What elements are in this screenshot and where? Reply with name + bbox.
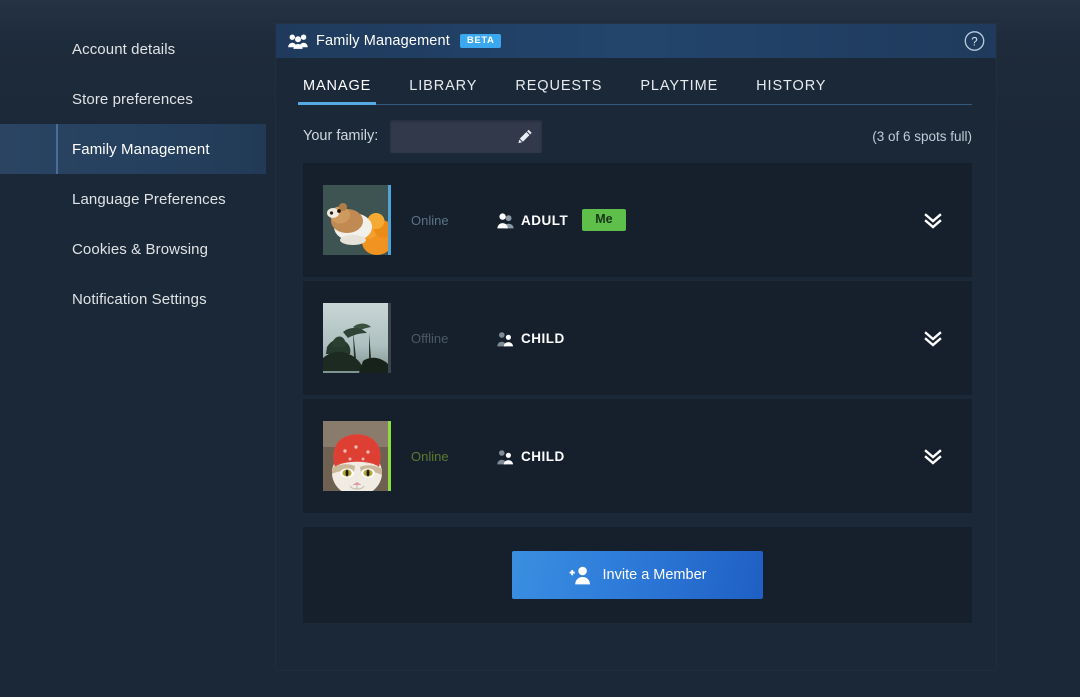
member-role-group: CHILD <box>497 330 565 347</box>
member-role-group: CHILD <box>497 448 565 465</box>
member-role: ADULT <box>521 213 568 228</box>
avatar[interactable] <box>323 303 395 373</box>
child-person-icon <box>497 448 514 465</box>
panel-title: Family Management <box>316 33 450 49</box>
tab-playtime[interactable]: PLAYTIME <box>640 78 718 105</box>
family-member-row[interactable]: Online CHILD <box>303 399 972 513</box>
tab-label: LIBRARY <box>409 78 477 94</box>
tab-label: HISTORY <box>756 78 826 94</box>
sidebar-item-notification-settings[interactable]: Notification Settings <box>0 274 266 324</box>
chevron-double-down-icon[interactable] <box>922 327 944 349</box>
invite-member-card: Invite a Member <box>303 527 972 623</box>
sidebar-item-store-preferences[interactable]: Store preferences <box>0 74 266 124</box>
member-status: Online <box>411 213 487 228</box>
settings-sidebar: Account details Store preferences Family… <box>0 24 266 324</box>
online-border <box>388 421 391 491</box>
family-spots-text: (3 of 6 spots full) <box>872 129 972 144</box>
beta-badge: BETA <box>460 34 502 49</box>
family-member-row[interactable]: Online ADULT Me <box>303 163 972 277</box>
family-member-row[interactable]: Offline CHILD <box>303 281 972 395</box>
member-role: CHILD <box>521 331 565 346</box>
panel-tabs: MANAGE LIBRARY REQUESTS PLAYTIME HISTORY <box>276 58 996 105</box>
tree-avatar <box>323 303 391 373</box>
tab-label: REQUESTS <box>515 78 602 94</box>
tab-label: PLAYTIME <box>640 78 718 94</box>
avatar[interactable] <box>323 185 395 255</box>
sidebar-item-account-details[interactable]: Account details <box>0 24 266 74</box>
svg-text:?: ? <box>971 36 977 48</box>
sidebar-item-label: Family Management <box>72 141 210 158</box>
family-name-label: Your family: <box>303 128 378 144</box>
settings-page: Account details Store preferences Family… <box>0 0 1080 697</box>
member-status: Online <box>411 449 487 464</box>
adult-person-icon <box>497 212 514 229</box>
help-circle-icon[interactable]: ? <box>964 31 985 52</box>
sidebar-item-label: Language Preferences <box>72 191 226 208</box>
family-management-panel: Family Management BETA ? MANAGE LIBRARY … <box>276 24 996 670</box>
sidebar-item-family-management[interactable]: Family Management <box>0 124 266 174</box>
sidebar-item-label: Notification Settings <box>72 291 207 308</box>
tab-library[interactable]: LIBRARY <box>409 78 477 105</box>
member-role-group: ADULT Me <box>497 209 626 231</box>
tab-label: MANAGE <box>303 78 371 94</box>
tab-requests[interactable]: REQUESTS <box>515 78 602 105</box>
sidebar-item-label: Account details <box>72 41 175 58</box>
family-group-icon <box>288 31 308 51</box>
member-role: CHILD <box>521 449 565 464</box>
offline-border <box>388 303 391 373</box>
me-badge: Me <box>582 209 625 231</box>
family-name-row: Your family: (3 of 6 spots full) <box>276 109 996 163</box>
sidebar-item-language-preferences[interactable]: Language Preferences <box>0 174 266 224</box>
family-name-field[interactable] <box>390 120 542 153</box>
member-status: Offline <box>411 331 487 346</box>
online-border <box>388 185 391 255</box>
panel-header: Family Management BETA ? <box>276 24 996 58</box>
tab-manage[interactable]: MANAGE <box>303 78 371 105</box>
sidebar-item-cookies-browsing[interactable]: Cookies & Browsing <box>0 224 266 274</box>
chevron-double-down-icon[interactable] <box>922 209 944 231</box>
child-person-icon <box>497 330 514 347</box>
avatar[interactable] <box>323 421 395 491</box>
add-person-icon <box>569 565 591 585</box>
cat-avatar <box>323 421 391 491</box>
family-members-list: Online ADULT Me <box>276 163 996 623</box>
chevron-double-down-icon[interactable] <box>922 445 944 467</box>
tab-history[interactable]: HISTORY <box>756 78 826 105</box>
hamster-avatar <box>323 185 391 255</box>
sidebar-item-label: Cookies & Browsing <box>72 241 208 258</box>
pencil-icon[interactable] <box>518 129 533 144</box>
invite-member-label: Invite a Member <box>603 567 707 583</box>
sidebar-item-label: Store preferences <box>72 91 193 108</box>
invite-member-button[interactable]: Invite a Member <box>512 551 763 599</box>
